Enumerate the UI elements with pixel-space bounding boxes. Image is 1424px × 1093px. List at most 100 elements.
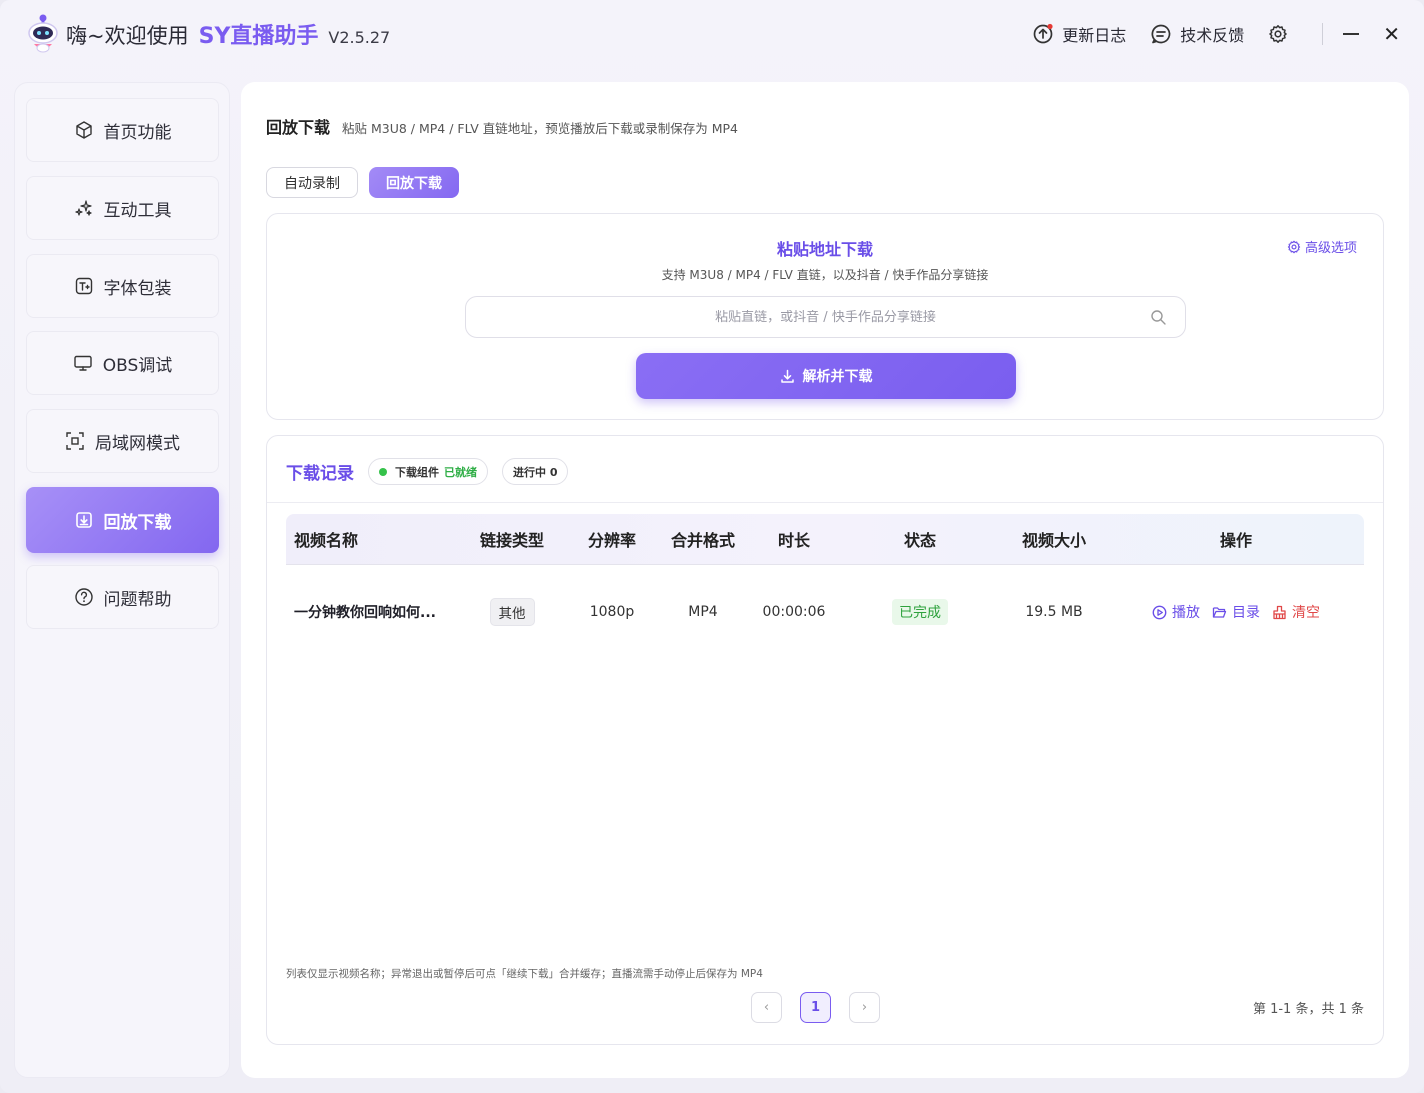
- table-footnote: 列表仅显示视频名称；异常退出或暂停后可点「继续下载」合并缓存；直播流需手动停止后…: [286, 968, 763, 980]
- records-title: 下载记录: [286, 464, 354, 484]
- page-subtitle: 粘贴 M3U8 / MP4 / FLV 直链地址，预览播放后下载或录制保存为 M…: [342, 121, 738, 136]
- folder-icon: [1212, 606, 1227, 618]
- advanced-options-button[interactable]: 高级选项: [1287, 237, 1357, 256]
- changelog-button[interactable]: 更新日志: [1032, 22, 1126, 46]
- download-icon: [780, 369, 794, 383]
- folder-label: 目录: [1232, 605, 1260, 621]
- tab-replay-download[interactable]: 回放下载: [369, 167, 459, 198]
- search-icon[interactable]: [1150, 309, 1167, 326]
- version-text: V2.5.27: [328, 28, 391, 47]
- minimize-button[interactable]: [1343, 33, 1360, 35]
- paste-download-card: 粘贴地址下载 支持 M3U8 / MP4 / FLV 直链，以及抖音 / 快手作…: [266, 213, 1384, 420]
- gear-icon: [1269, 25, 1287, 43]
- column-header-status: 状态: [903, 531, 936, 550]
- sidebar: 首页功能 互动工具 字体包装 OBS调试 局域网模式 回放下载 问题帮助: [14, 82, 230, 1078]
- feedback-button[interactable]: 技术反馈: [1150, 22, 1244, 46]
- open-folder-button[interactable]: 目录: [1212, 602, 1260, 622]
- prev-page-button[interactable]: ‹: [751, 992, 782, 1023]
- format-cell: MP4: [688, 604, 718, 620]
- app-title: 嗨~欢迎使用 SY直播助手 V2.5.27: [66, 18, 390, 50]
- sidebar-item-replay[interactable]: 回放下载: [26, 487, 219, 553]
- page-header: 回放下载 粘贴 M3U8 / MP4 / FLV 直链地址，预览播放后下载或录制…: [266, 114, 738, 138]
- page-1-button[interactable]: 1: [800, 992, 831, 1023]
- records-header: 下载记录 下载组件 已就绪 进行中 0: [286, 458, 569, 485]
- sidebar-item-home[interactable]: 首页功能: [26, 98, 219, 162]
- clear-button[interactable]: 清空: [1272, 602, 1320, 622]
- chat-icon: [1151, 24, 1171, 44]
- url-input-wrapper: [465, 296, 1186, 338]
- mode-tabs: 自动录制 回放下载: [266, 167, 459, 198]
- parse-download-label: 解析并下载: [802, 369, 873, 385]
- app-window: 嗨~欢迎使用 SY直播助手 V2.5.27 更新日志 技术反馈 ✕ 首页功能 互…: [0, 0, 1424, 1093]
- status-dot-icon: [379, 467, 387, 476]
- paste-title: 粘贴地址下载: [776, 240, 873, 259]
- size-cell: 19.5 MB: [1025, 604, 1083, 620]
- in-progress-text: 进行中 0: [513, 465, 558, 479]
- cube-icon: [75, 121, 92, 139]
- download-box-icon: [75, 512, 92, 528]
- settings-button[interactable]: [1268, 24, 1288, 44]
- table-row: 一分钟教你回响如何... 其他 1080p MP4 00:00:06 已完成 1…: [286, 586, 1364, 638]
- clear-icon: [1273, 605, 1286, 619]
- table-header: 视频名称 链接类型 分辨率 合并格式 时长 状态 视频大小 操作: [286, 514, 1364, 565]
- column-header-duration: 时长: [777, 531, 810, 550]
- sidebar-item-help[interactable]: 问题帮助: [26, 565, 219, 629]
- status-badge: 已完成: [892, 599, 948, 625]
- duration-cell: 00:00:06: [762, 604, 826, 620]
- titlebar-separator: [1322, 23, 1324, 45]
- url-input[interactable]: [466, 309, 1185, 325]
- gear-icon: [1287, 240, 1301, 253]
- main-panel: 回放下载 粘贴 M3U8 / MP4 / FLV 直链地址，预览播放后下载或录制…: [241, 82, 1409, 1078]
- parse-download-button[interactable]: 解析并下载: [636, 353, 1016, 399]
- play-label: 播放: [1172, 605, 1200, 621]
- title-bar: 嗨~欢迎使用 SY直播助手 V2.5.27 更新日志 技术反馈 ✕: [0, 0, 1424, 68]
- column-header-size: 视频大小: [1021, 531, 1086, 550]
- monitor-icon: [74, 355, 92, 371]
- sidebar-item-obs[interactable]: OBS调试: [26, 331, 219, 395]
- sidebar-item-label: OBS调试: [102, 355, 173, 376]
- play-button[interactable]: 播放: [1152, 602, 1200, 622]
- advanced-options-label: 高级选项: [1304, 241, 1357, 256]
- sidebar-item-label: 字体包装: [103, 278, 172, 299]
- close-button[interactable]: ✕: [1383, 24, 1400, 44]
- text-icon: [75, 277, 92, 295]
- video-name: 一分钟教你回响如何...: [294, 605, 436, 621]
- column-header-type: 链接类型: [479, 531, 544, 550]
- column-header-format: 合并格式: [670, 531, 735, 550]
- feedback-label: 技术反馈: [1180, 26, 1245, 45]
- next-page-button[interactable]: ›: [849, 992, 880, 1023]
- greeting-text: 嗨~欢迎使用: [66, 24, 189, 48]
- titlebar-actions: 更新日志 技术反馈 ✕: [1032, 18, 1400, 50]
- link-type-tag: 其他: [489, 598, 535, 626]
- sparkles-icon: [74, 200, 92, 216]
- component-label: 下载组件: [395, 465, 439, 479]
- resolution-cell: 1080p: [589, 604, 635, 620]
- play-icon: [1152, 605, 1167, 619]
- sidebar-item-label: 回放下载: [103, 512, 172, 533]
- tab-auto-record[interactable]: 自动录制: [266, 167, 358, 198]
- sidebar-item-label: 首页功能: [103, 122, 172, 143]
- changelog-label: 更新日志: [1062, 26, 1127, 45]
- ops-cell: 播放 目录 清空: [1126, 586, 1346, 638]
- column-header-resolution: 分辨率: [587, 531, 636, 550]
- records-divider: [267, 502, 1383, 503]
- total-count: 第 1-1 条，共 1 条: [1252, 1002, 1364, 1017]
- status-cell: 已完成: [856, 586, 984, 638]
- sidebar-item-label: 互动工具: [103, 200, 172, 221]
- component-status: 已就绪: [444, 465, 477, 479]
- pagination: ‹ 1 ›: [751, 992, 880, 1023]
- brand-name: SY直播助手: [198, 24, 319, 49]
- in-progress-badge: 进行中 0: [502, 458, 569, 485]
- sidebar-item-interact[interactable]: 互动工具: [26, 176, 219, 240]
- component-status-badge: 下载组件 已就绪: [368, 458, 488, 485]
- column-header-name: 视频名称: [294, 531, 359, 550]
- download-records-card: 下载记录 下载组件 已就绪 进行中 0 视频名称 链接类型 分辨率 合并格式 时…: [266, 435, 1384, 1045]
- sidebar-item-lan[interactable]: 局域网模式: [26, 409, 219, 473]
- clear-label: 清空: [1292, 605, 1320, 621]
- lan-icon: [66, 432, 84, 450]
- update-icon: [1033, 23, 1053, 44]
- sidebar-item-fonts[interactable]: 字体包装: [26, 254, 219, 318]
- help-icon: [74, 588, 93, 606]
- link-type-cell: 其他: [464, 586, 560, 638]
- paste-subtitle: 支持 M3U8 / MP4 / FLV 直链，以及抖音 / 快手作品分享链接: [661, 268, 989, 282]
